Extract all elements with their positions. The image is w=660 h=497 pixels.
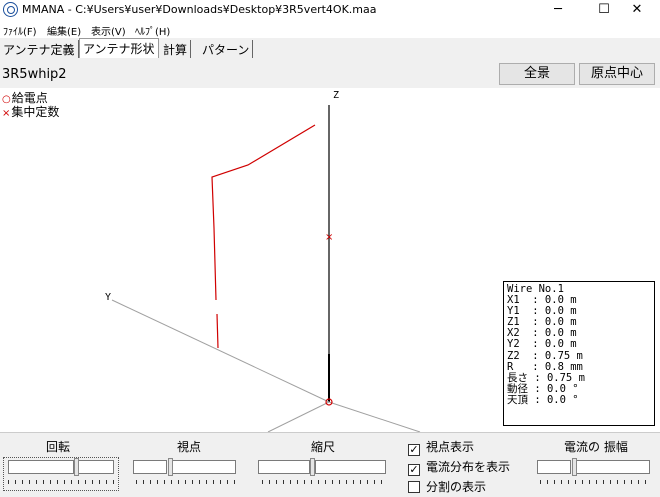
viewpoint-label: 視点: [177, 440, 202, 454]
viewpoint-field-2[interactable]: [172, 460, 236, 474]
viewpoint-slider-thumb[interactable]: [168, 458, 173, 476]
wire-info-panel: Wire No.1 X1 : 0.0 m Y1 : 0.0 m Z1 : 0.0…: [503, 281, 655, 426]
show-segments-checkbox[interactable]: 分割の表示: [408, 478, 486, 495]
rotation-vertical-field[interactable]: [78, 460, 114, 474]
scale-field-2[interactable]: [315, 460, 386, 474]
checkbox-box[interactable]: ✓: [408, 444, 420, 456]
current-amplitude-field[interactable]: [537, 460, 571, 474]
rotation-control-group: [3, 457, 119, 491]
scale-field[interactable]: [258, 460, 310, 474]
origin-center-button[interactable]: 原点中心: [579, 63, 655, 85]
show-viewpoint-label: 視点表示: [426, 440, 475, 454]
current-amplitude-slider-ticks: [540, 480, 650, 484]
current-amplitude-field-2[interactable]: [576, 460, 650, 474]
full-view-button[interactable]: 全景: [499, 63, 575, 85]
scale-label: 縮尺: [311, 440, 336, 454]
x-axis-line: [267, 401, 330, 432]
scale-slider-ticks: [262, 480, 386, 484]
current-amplitude-slider-thumb[interactable]: [572, 458, 577, 476]
current-distribution-curve: [211, 124, 316, 301]
tab-bar: アンテナ定義 アンテナ形状 計算 パターン: [0, 38, 660, 58]
model-name: 3R5whip2: [2, 67, 67, 82]
tab-pattern[interactable]: パターン: [199, 40, 254, 58]
info-bar: 3R5whip2 全景 原点中心: [0, 60, 660, 88]
app-logo-icon: [3, 2, 18, 17]
checkbox-box[interactable]: ✓: [408, 464, 420, 476]
wire-info-line: Y2 : 0.0 m: [507, 338, 577, 351]
scale-slider-thumb[interactable]: [310, 458, 315, 476]
viewpoint-slider-ticks: [136, 480, 236, 484]
show-viewpoint-checkbox[interactable]: ✓ 視点表示: [408, 438, 474, 456]
wire-info-line: 天頂 : 0.0 °: [507, 393, 579, 406]
menu-help[interactable]: ﾍﾙﾌﾟ(H): [135, 23, 170, 38]
tab-antenna-definition[interactable]: アンテナ定義: [0, 40, 79, 58]
minimize-button[interactable]: ─: [535, 0, 581, 21]
window-title: MMANA - C:¥Users¥user¥Downloads¥Desktop¥…: [22, 3, 377, 16]
rotation-horizontal-field[interactable]: [8, 460, 74, 474]
show-current-checkbox[interactable]: ✓ 電流分布を表示: [408, 458, 510, 476]
controls-panel: 回転 視点 縮尺 ✓ 視点表示 ✓ 電流分布を表示 分割の表示 電流の 振幅: [0, 432, 660, 497]
menu-bar: ﾌｧｲﾙ(F) 編集(E) 表示(V) ﾍﾙﾌﾟ(H): [0, 21, 660, 38]
current-amplitude-label: 電流の 振幅: [564, 440, 628, 454]
menu-view[interactable]: 表示(V): [91, 23, 126, 38]
antenna-3d-view[interactable]: ○給電点 ×集中定数 Z Y × Wire No.1 X1 : 0.0 m Y1…: [0, 88, 660, 432]
menu-edit[interactable]: 編集(E): [47, 23, 81, 38]
current-distribution-curve-lower: [216, 313, 219, 349]
tab-antenna-geometry[interactable]: アンテナ形状: [79, 38, 159, 58]
wire-info-line: Z2 : 0.75 m: [507, 349, 583, 362]
viewpoint-field[interactable]: [133, 460, 167, 474]
close-button[interactable]: ✕: [614, 0, 660, 21]
rotation-label: 回転: [46, 440, 71, 454]
tab-calculation[interactable]: 計算: [160, 40, 192, 58]
title-bar: MMANA - C:¥Users¥user¥Downloads¥Desktop¥…: [0, 0, 660, 21]
load-marker-icon: ×: [325, 232, 333, 243]
y-axis-line: [111, 299, 330, 403]
checkbox-box[interactable]: [408, 481, 420, 493]
show-segments-label: 分割の表示: [426, 480, 487, 494]
rotation-slider-thumb[interactable]: [74, 458, 79, 476]
show-current-label: 電流分布を表示: [426, 460, 511, 474]
x-axis-line-2: [328, 401, 421, 432]
rotation-slider-ticks: [8, 480, 114, 484]
menu-file[interactable]: ﾌｧｲﾙ(F): [3, 23, 37, 38]
